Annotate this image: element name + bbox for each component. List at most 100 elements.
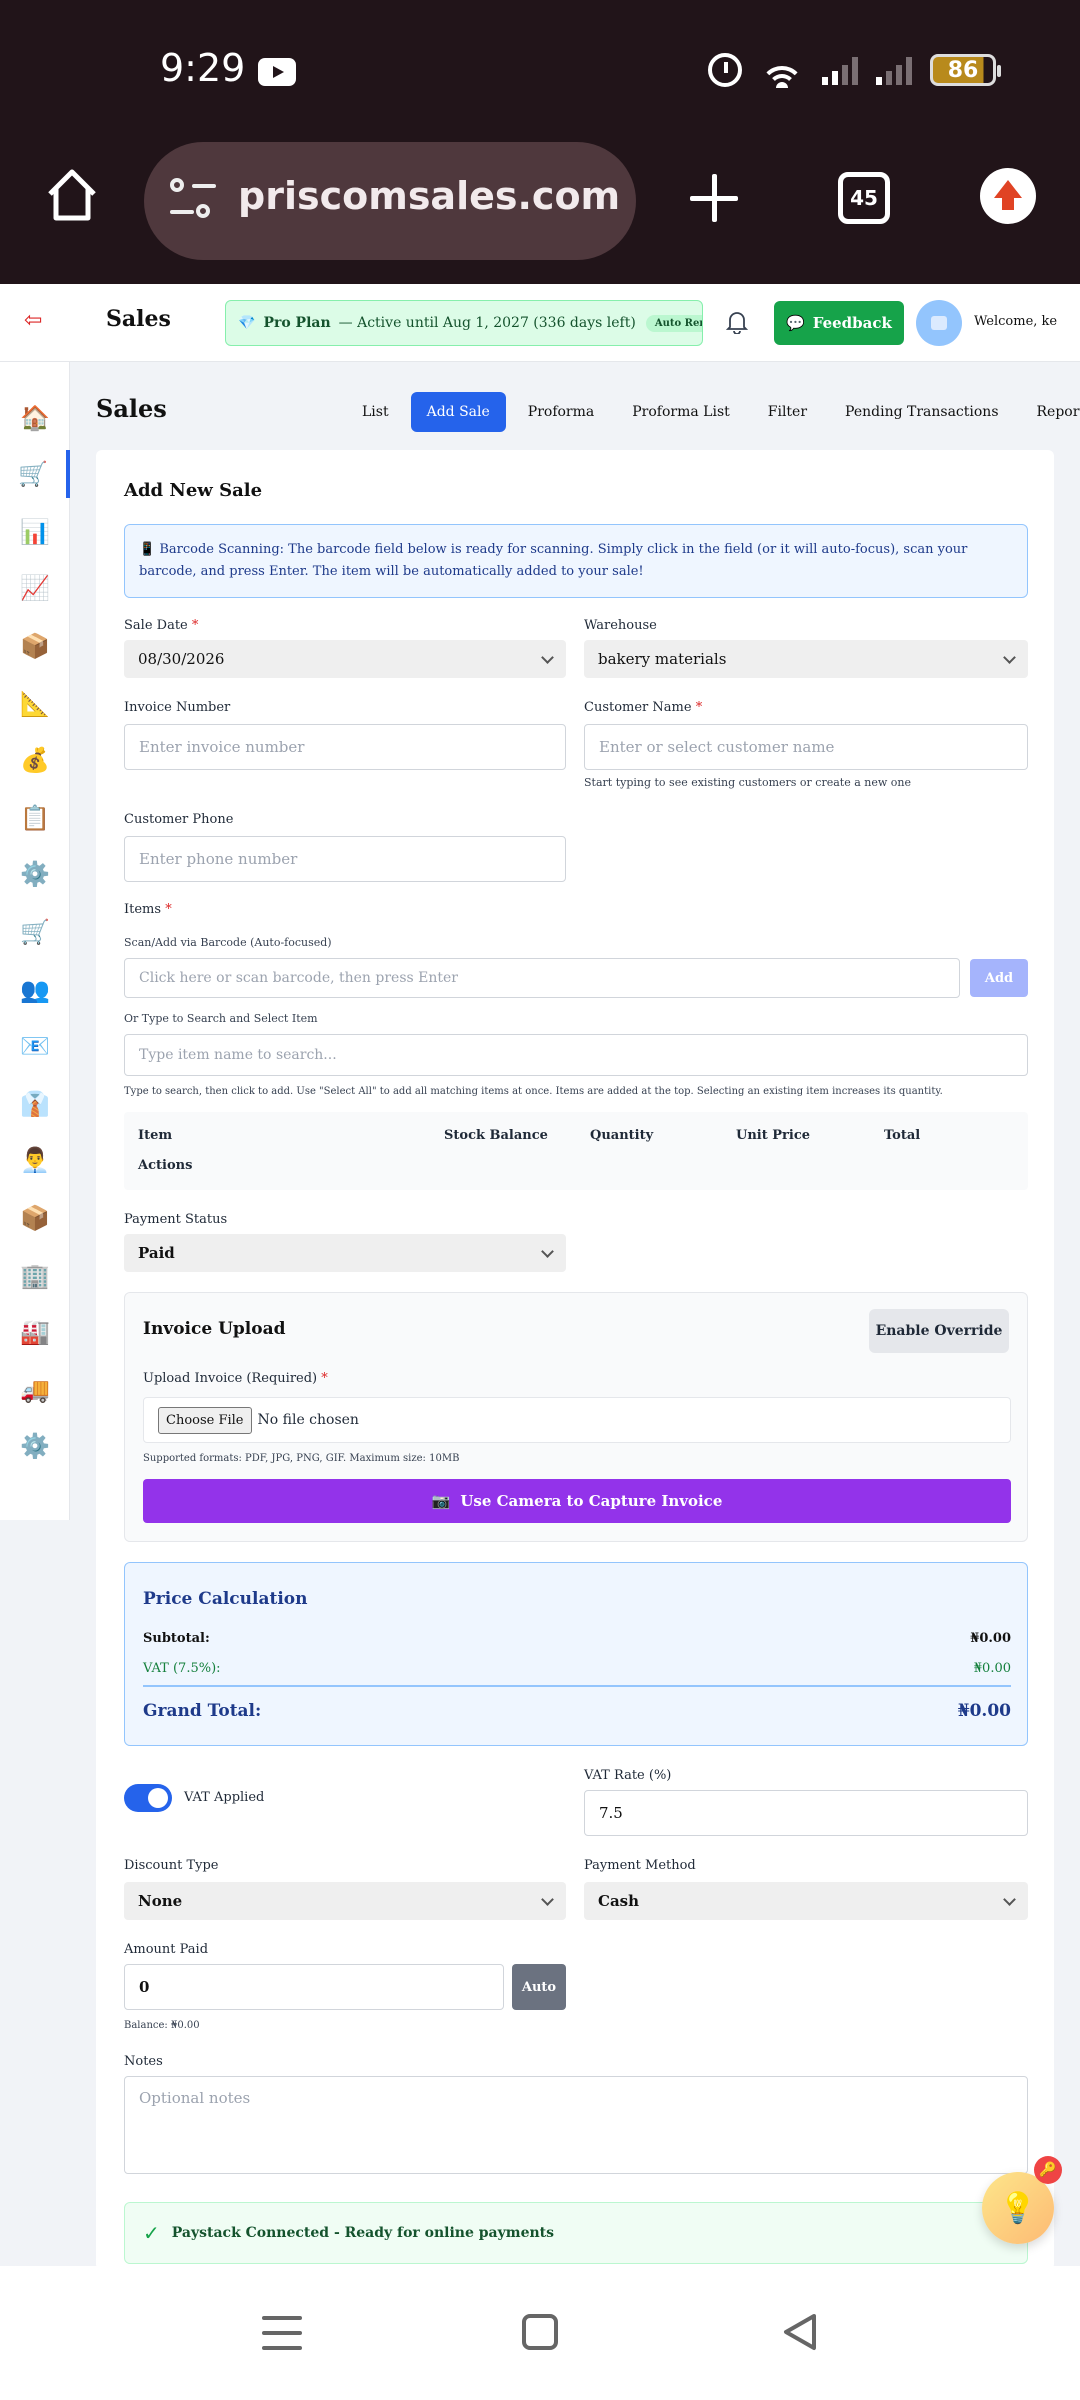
- invoice-number-label: Invoice Number: [124, 700, 231, 715]
- plan-status: — Active until Aug 1, 2027 (336 days lef…: [338, 315, 636, 331]
- sidebar-item-settings[interactable]: ⚙️: [0, 850, 70, 898]
- warehouse-value: bakery materials: [598, 650, 727, 668]
- vat-rate-label: VAT Rate (%): [584, 1768, 672, 1783]
- file-input[interactable]: Choose File No file chosen: [143, 1397, 1011, 1443]
- tab-filter[interactable]: Filter: [752, 392, 823, 432]
- search-label: Or Type to Search and Select Item: [124, 1012, 318, 1025]
- avatar[interactable]: [916, 300, 962, 346]
- robot-icon: [931, 316, 947, 330]
- tab-add-sale[interactable]: Add Sale: [410, 392, 506, 432]
- youtube-notification-icon: [258, 58, 296, 86]
- vat-rate-input[interactable]: 7.5: [584, 1790, 1028, 1836]
- tab-report[interactable]: Report: [1021, 392, 1080, 432]
- wifi-icon: [760, 52, 804, 88]
- auto-renew-badge: Auto Renew On: [645, 314, 702, 332]
- enable-override-button[interactable]: Enable Override: [869, 1309, 1009, 1353]
- url-text[interactable]: priscomsales.com/das: [238, 174, 618, 218]
- invoice-number-input[interactable]: Enter invoice number: [124, 724, 566, 770]
- sidebar: 🏠 🛒 📊 📈 📦 📐 💰 📋 ⚙️ 🛒 👥 📧 👔 👨‍💼 📦 🏢 🏭 🚚 ⚙️: [0, 362, 70, 1520]
- sidebar-item-reports[interactable]: 📊: [0, 508, 70, 556]
- form-title: Add New Sale: [124, 480, 263, 501]
- configuration-icon: ⚙️: [20, 1432, 50, 1460]
- header-title: Sales: [106, 306, 171, 332]
- browser-toolbar: priscomsales.com/das 45: [0, 142, 1080, 284]
- managers-icon: 👨‍💼: [20, 1146, 50, 1174]
- sidebar-item-company[interactable]: 🏢: [0, 1252, 70, 1300]
- tab-proforma-list[interactable]: Proforma List: [616, 392, 746, 432]
- records-icon: 📋: [20, 804, 50, 832]
- tab-proforma[interactable]: Proforma: [512, 392, 610, 432]
- customer-name-label: Customer Name *: [584, 700, 703, 715]
- app-header: ⇦ Sales 💎 Pro Plan — Active until Aug 1,…: [0, 284, 1080, 362]
- sidebar-item-inventory[interactable]: 📦: [0, 622, 70, 670]
- site-settings-icon[interactable]: [170, 178, 216, 220]
- add-sale-card: Add New Sale 📱 Barcode Scanning: The bar…: [96, 450, 1054, 2270]
- recents-icon[interactable]: [262, 2316, 302, 2350]
- back-icon[interactable]: [780, 2312, 820, 2352]
- sidebar-item-stock[interactable]: 📦: [0, 1194, 70, 1242]
- signal-2-icon: [876, 55, 912, 85]
- customer-phone-input[interactable]: Enter phone number: [124, 836, 566, 882]
- home-icon[interactable]: [42, 164, 102, 224]
- tab-list[interactable]: List: [346, 392, 405, 432]
- update-icon[interactable]: [980, 168, 1036, 224]
- home-nav-icon[interactable]: [522, 2314, 558, 2350]
- col-total: Total: [884, 1128, 921, 1143]
- add-item-button[interactable]: Add: [970, 959, 1028, 997]
- grand-total-label: Grand Total:: [143, 1701, 262, 1721]
- camera-label: Use Camera to Capture Invoice: [460, 1492, 723, 1510]
- sale-date-field[interactable]: 08/30/2026: [124, 640, 566, 678]
- camera-capture-button[interactable]: 📷 Use Camera to Capture Invoice: [143, 1479, 1011, 1523]
- payment-method-value: Cash: [598, 1892, 640, 1910]
- logout-icon[interactable]: ⇦: [24, 308, 50, 334]
- payment-method-label: Payment Method: [584, 1858, 696, 1873]
- sidebar-item-staff[interactable]: 👔: [0, 1080, 70, 1128]
- vat-label: VAT (7.5%):: [143, 1661, 221, 1676]
- sidebar-item-configuration[interactable]: ⚙️: [0, 1422, 70, 1470]
- sidebar-item-home[interactable]: 🏠: [0, 394, 70, 442]
- sidebar-item-delivery[interactable]: 🚚: [0, 1366, 70, 1414]
- new-tab-icon[interactable]: [688, 172, 740, 224]
- sidebar-item-finance[interactable]: 💰: [0, 736, 70, 784]
- customer-name-input[interactable]: Enter or select customer name: [584, 724, 1028, 770]
- sidebar-item-sales[interactable]: 🛒: [0, 450, 70, 498]
- items-table-header: Item Stock Balance Quantity Unit Price Total…: [124, 1112, 1028, 1190]
- col-actions: Actions: [138, 1158, 193, 1173]
- staff-icon: 👔: [20, 1090, 50, 1118]
- upload-invoice-label: Upload Invoice (Required) *: [143, 1371, 328, 1386]
- sidebar-item-records[interactable]: 📋: [0, 794, 70, 842]
- diamond-icon: 💎: [238, 315, 256, 331]
- payment-method-select[interactable]: Cash: [584, 1882, 1028, 1920]
- customers-icon: 👥: [20, 976, 50, 1004]
- sale-date-label: Sale Date *: [124, 618, 199, 633]
- tab-pending-transactions[interactable]: Pending Transactions: [829, 392, 1014, 432]
- sidebar-item-measurements[interactable]: 📐: [0, 680, 70, 728]
- amount-paid-input[interactable]: 0: [124, 1964, 504, 2010]
- auto-amount-button[interactable]: Auto: [512, 1964, 566, 2010]
- sidebar-item-warehouses[interactable]: 🏭: [0, 1308, 70, 1356]
- sidebar-item-email[interactable]: 📧: [0, 1022, 70, 1070]
- inventory-icon: 📦: [20, 632, 50, 660]
- navigation-bar: [0, 2266, 1080, 2400]
- discount-type-select[interactable]: None: [124, 1882, 566, 1920]
- choose-file-button[interactable]: Choose File: [158, 1406, 252, 1434]
- sidebar-item-managers[interactable]: 👨‍💼: [0, 1136, 70, 1184]
- sidebar-item-analytics[interactable]: 📈: [0, 564, 70, 612]
- notes-textarea[interactable]: Optional notes: [124, 2076, 1028, 2174]
- vat-toggle[interactable]: [124, 1784, 172, 1812]
- bell-icon[interactable]: [726, 310, 748, 334]
- payment-status-select[interactable]: Paid: [124, 1234, 566, 1272]
- plan-name: Pro Plan: [263, 315, 331, 331]
- item-search-input[interactable]: Type item name to search...: [124, 1034, 1028, 1076]
- warehouse-select[interactable]: bakery materials: [584, 640, 1028, 678]
- sidebar-item-customers[interactable]: 👥: [0, 966, 70, 1014]
- feedback-button[interactable]: 💬 Feedback: [774, 301, 904, 345]
- tab-switcher-button[interactable]: 45: [838, 172, 890, 224]
- barcode-input[interactable]: Click here or scan barcode, then press E…: [124, 958, 960, 998]
- measurements-icon: 📐: [20, 690, 50, 718]
- balance-text: Balance: ₦0.00: [124, 2020, 200, 2031]
- address-bar[interactable]: priscomsales.com/das: [144, 142, 636, 260]
- sidebar-item-purchases[interactable]: 🛒: [0, 908, 70, 956]
- col-quantity: Quantity: [590, 1128, 654, 1143]
- camera-icon: 📷: [431, 1492, 451, 1510]
